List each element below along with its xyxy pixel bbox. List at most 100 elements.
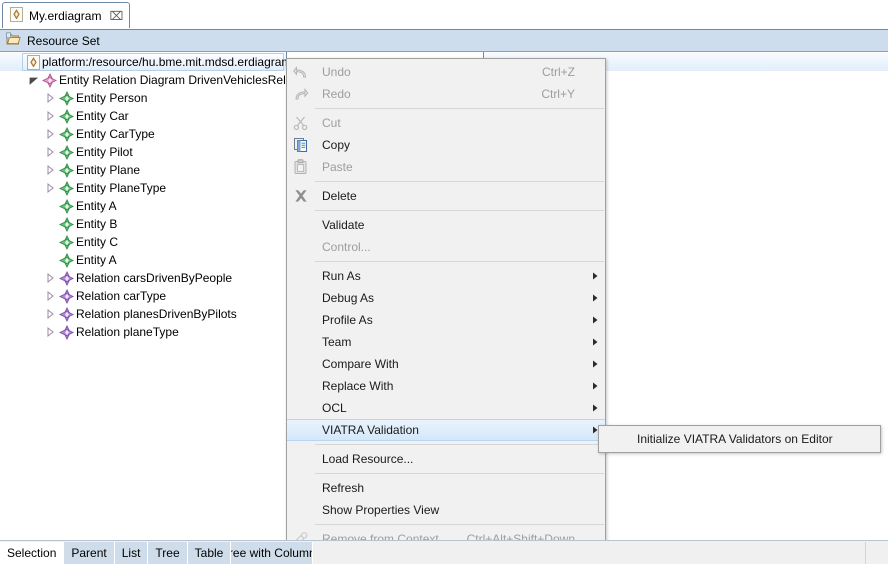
bottom-tab-tree-with-columns[interactable]: Tree with Columns xyxy=(231,542,314,564)
menu-item-label: Team xyxy=(322,335,352,349)
chevron-right-icon[interactable] xyxy=(44,179,58,197)
redo-icon xyxy=(287,83,315,105)
erdiagram-icon xyxy=(9,6,24,25)
menu-arrow-slot xyxy=(587,112,603,134)
chevron-down-icon[interactable] xyxy=(27,71,41,89)
tree-row-content: Relation planeType xyxy=(0,323,179,341)
undo-icon xyxy=(287,61,315,83)
menu-separator xyxy=(315,108,604,109)
entity-node-icon xyxy=(58,89,76,107)
menu-item-compare-with[interactable]: Compare With xyxy=(287,353,605,375)
chevron-right-icon[interactable] xyxy=(44,125,58,143)
menu-item-refresh[interactable]: Refresh xyxy=(287,477,605,499)
tree-row-content: Entity Plane xyxy=(0,161,140,179)
menu-item-profile-as[interactable]: Profile As xyxy=(287,309,605,331)
tree-row-label: Entity A xyxy=(76,199,117,213)
tree-arrow-placeholder xyxy=(44,233,58,251)
chevron-right-icon[interactable] xyxy=(44,143,58,161)
menu-item-icon-slot xyxy=(287,419,315,441)
menu-item-icon-slot xyxy=(287,236,315,258)
chevron-right-icon[interactable] xyxy=(44,323,58,341)
submenu-item-initialize-viatra-validators-on-editor[interactable]: Initialize VIATRA Validators on Editor xyxy=(599,428,880,450)
chevron-right-icon[interactable] xyxy=(44,107,58,125)
menu-item-icon-slot xyxy=(287,265,315,287)
menu-item-shortcut: Ctrl+Z xyxy=(542,65,575,79)
menu-item-run-as[interactable]: Run As xyxy=(287,265,605,287)
bottom-tab-parent[interactable]: Parent xyxy=(64,542,115,564)
tree-row-content: Relation carsDrivenByPeople xyxy=(0,269,232,287)
menu-separator xyxy=(315,210,604,211)
bottom-tab-label: Tree with Columns xyxy=(231,546,312,560)
menu-item-replace-with[interactable]: Replace With xyxy=(287,375,605,397)
menu-item-shortcut: Ctrl+Y xyxy=(541,87,575,101)
menu-item-label: Profile As xyxy=(322,313,373,327)
bottom-tab-table[interactable]: Table xyxy=(187,542,232,564)
chevron-right-icon[interactable] xyxy=(44,161,58,179)
menu-item-label: Copy xyxy=(322,138,351,152)
menu-item-validate[interactable]: Validate xyxy=(287,214,605,236)
chevron-right-icon[interactable] xyxy=(44,269,58,287)
tree-row-content: Entity Car xyxy=(0,107,129,125)
menu-item-label: VIATRA Validation xyxy=(322,423,419,437)
resource-set-label: Resource Set xyxy=(27,33,100,48)
menu-item-delete[interactable]: Delete xyxy=(287,185,605,207)
bottom-tab-tree[interactable]: Tree xyxy=(148,542,188,564)
tree-arrow-placeholder xyxy=(44,251,58,269)
tree-row-label: Entity Car xyxy=(76,109,129,123)
submenu-arrow-icon xyxy=(587,375,603,397)
context-menu[interactable]: Undo Ctrl+Z Redo Ctrl+Y Cut Copy Paste Delete Va… xyxy=(286,58,606,553)
entity-node-icon xyxy=(58,143,76,161)
menu-arrow-slot xyxy=(587,499,603,521)
tree-row-label: Entity Plane xyxy=(76,163,141,177)
tab-strip-filler xyxy=(135,2,887,30)
tree-row-label: Entity Relation Diagram DrivenVehiclesRe… xyxy=(59,73,318,87)
eclipse-editor-window: My.erdiagram ⌧ Resource Set platform:/re… xyxy=(0,0,888,564)
menu-item-label: Debug As xyxy=(322,291,375,305)
editor-tab-strip: My.erdiagram ⌧ xyxy=(0,0,888,30)
editor-tab-my-erdiagram[interactable]: My.erdiagram ⌧ xyxy=(2,2,131,28)
relation-node-icon xyxy=(58,305,76,323)
menu-item-control: Control... xyxy=(287,236,605,258)
menu-arrow-slot xyxy=(587,236,603,258)
tree-row-content: platform:/resource/hu.bme.mit.mdsd.erdia… xyxy=(0,53,291,71)
menu-arrow-slot xyxy=(587,185,603,207)
tree-row-content: Relation carType xyxy=(0,287,166,305)
bottom-tab-list[interactable]: Selection Parent List Tree Table Tree with Co… xyxy=(0,542,314,564)
viatra-validation-submenu[interactable]: Initialize VIATRA Validators on Editor xyxy=(598,425,881,453)
bottom-scroll-arrow[interactable] xyxy=(865,542,888,564)
close-icon[interactable]: ⌧ xyxy=(109,10,123,22)
menu-item-icon-slot xyxy=(287,448,315,470)
menu-item-icon-slot xyxy=(287,353,315,375)
menu-item-icon-slot xyxy=(287,331,315,353)
tree-row-content: Entity Person xyxy=(0,89,147,107)
menu-item-label: Show Properties View xyxy=(322,503,440,517)
entity-node-icon xyxy=(58,215,76,233)
menu-item-team[interactable]: Team xyxy=(287,331,605,353)
menu-separator xyxy=(315,473,604,474)
menu-item-label: Redo xyxy=(322,87,351,101)
menu-item-debug-as[interactable]: Debug As xyxy=(287,287,605,309)
cut-icon xyxy=(287,112,315,134)
menu-separator xyxy=(315,261,604,262)
bottom-tab-bar: Selection Parent List Tree Table Tree with Co… xyxy=(0,540,888,564)
menu-item-viatra-validation[interactable]: VIATRA Validation xyxy=(287,419,605,441)
menu-item-label: Run As xyxy=(322,269,361,283)
bottom-tab-label: Table xyxy=(194,546,224,560)
erdiagram-file-icon xyxy=(24,53,42,71)
tree-row-label: Relation carsDrivenByPeople xyxy=(76,271,233,285)
chevron-right-icon[interactable] xyxy=(44,305,58,323)
menu-item-load-resource[interactable]: Load Resource... xyxy=(287,448,605,470)
tree-arrow-placeholder xyxy=(10,53,24,71)
bottom-tab-label: Tree xyxy=(155,546,180,560)
chevron-right-icon[interactable] xyxy=(44,89,58,107)
menu-item-ocl[interactable]: OCL xyxy=(287,397,605,419)
editor-tab-label: My.erdiagram xyxy=(29,8,102,23)
menu-item-show-properties-view[interactable]: Show Properties View xyxy=(287,499,605,521)
bottom-tab-selection[interactable]: Selection xyxy=(0,542,65,564)
menu-item-copy[interactable]: Copy xyxy=(287,134,605,156)
bottom-tab-list[interactable]: List xyxy=(114,542,149,564)
entity-node-icon xyxy=(58,125,76,143)
menu-item-label: Delete xyxy=(322,189,357,203)
menu-item-icon-slot xyxy=(287,375,315,397)
chevron-right-icon[interactable] xyxy=(44,287,58,305)
